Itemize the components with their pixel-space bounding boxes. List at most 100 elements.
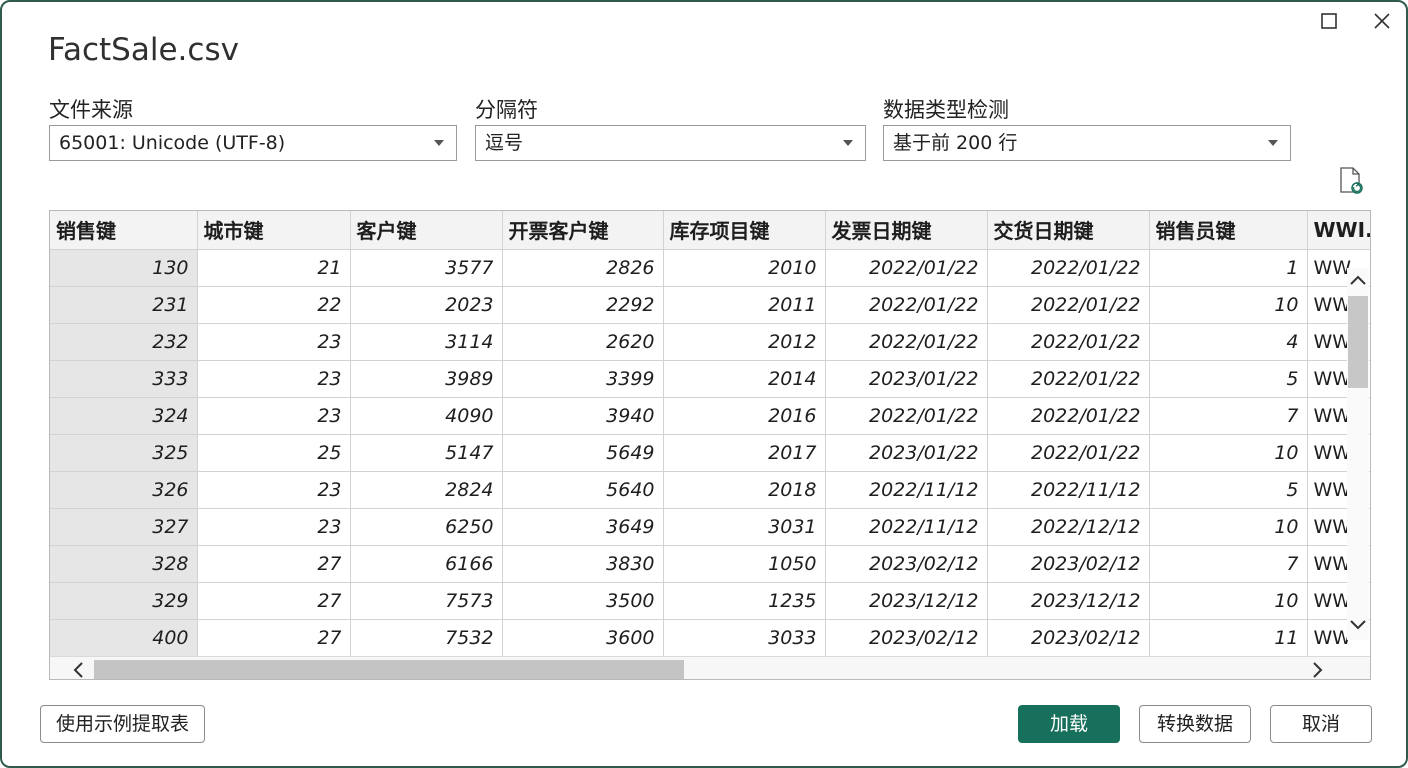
close-icon	[1374, 13, 1390, 29]
close-button[interactable]	[1371, 10, 1393, 32]
table-cell: 2022/01/22	[825, 249, 988, 287]
table-header-row: 销售键城市键客户键开票客户键库存项目键发票日期键交货日期键销售员键WWI...	[50, 211, 1370, 250]
scroll-down-icon[interactable]	[1349, 617, 1367, 633]
table-cell: 2022/01/22	[987, 286, 1150, 324]
scroll-right-icon[interactable]	[1310, 661, 1326, 679]
table-cell: 2023/01/22	[825, 434, 988, 472]
table-cell: 2023/12/12	[825, 582, 988, 620]
maximize-button[interactable]	[1318, 10, 1340, 32]
column-header[interactable]: 库存项目键	[663, 211, 826, 250]
table-cell: 2018	[663, 471, 826, 509]
table-cell: 1050	[663, 545, 826, 583]
table-cell: 10	[1149, 582, 1308, 620]
table-cell: 27	[197, 619, 351, 657]
table-cell: 2022/12/12	[987, 508, 1150, 546]
column-header[interactable]: 销售员键	[1149, 211, 1308, 250]
table-cell: 7532	[350, 619, 503, 657]
table-row: 232 23 3114 2620 2012 2022/01/22 2022/01/22 4 WW	[50, 323, 1370, 361]
scroll-left-icon[interactable]	[70, 661, 86, 679]
vertical-scroll-thumb[interactable]	[1348, 296, 1368, 388]
table-cell: 5640	[502, 471, 664, 509]
table-cell: 2023/02/12	[987, 545, 1150, 583]
transform-data-button[interactable]: 转换数据	[1139, 705, 1251, 743]
table-cell: 2017	[663, 434, 826, 472]
table-cell: 3649	[502, 508, 664, 546]
table-cell: 4090	[350, 397, 503, 435]
table-cell: 5	[1149, 471, 1308, 509]
table-cell: 324	[50, 397, 198, 435]
table-row: 328 27 6166 3830 1050 2023/02/12 2023/02/12 7 WW	[50, 545, 1370, 583]
table-cell: 2023/02/12	[987, 619, 1150, 657]
table-cell: 2292	[502, 286, 664, 324]
table-cell: 7573	[350, 582, 503, 620]
table-cell: 6166	[350, 545, 503, 583]
chevron-down-icon	[1268, 140, 1278, 146]
table-cell: 1	[1149, 249, 1308, 287]
table-cell: 2022/01/22	[987, 323, 1150, 361]
preview-grid: 销售键城市键客户键开票客户键库存项目键发票日期键交货日期键销售员键WWI... …	[49, 210, 1371, 680]
table-cell: 3399	[502, 360, 664, 398]
dialog-title: FactSale.csv	[48, 32, 239, 68]
extract-table-using-examples-button[interactable]: 使用示例提取表	[40, 705, 205, 743]
table-cell: 2022/01/22	[825, 323, 988, 361]
column-header[interactable]: 交货日期键	[987, 211, 1150, 250]
table-cell: 2022/01/22	[987, 249, 1150, 287]
table-cell: 23	[197, 508, 351, 546]
table-cell: 3600	[502, 619, 664, 657]
column-header[interactable]: 销售键	[50, 211, 198, 250]
file-origin-value: 65001: Unicode (UTF-8)	[59, 132, 286, 154]
type-detection-label: 数据类型检测	[883, 98, 1009, 122]
table-cell: 326	[50, 471, 198, 509]
table-cell: 130	[50, 249, 198, 287]
table-cell: 328	[50, 545, 198, 583]
table-cell: 3114	[350, 323, 503, 361]
table-cell: 2016	[663, 397, 826, 435]
table-row: 231 22 2023 2292 2011 2022/01/22 2022/01/22 10 W…	[50, 286, 1370, 324]
load-button[interactable]: 加载	[1018, 705, 1120, 743]
scroll-up-icon[interactable]	[1349, 272, 1367, 288]
table-cell: 10	[1149, 434, 1308, 472]
table-cell: 23	[197, 471, 351, 509]
table-cell: 2022/11/12	[987, 471, 1150, 509]
cancel-button[interactable]: 取消	[1270, 705, 1372, 743]
table-cell: 3500	[502, 582, 664, 620]
table-cell: 2010	[663, 249, 826, 287]
table-cell: 2022/01/22	[987, 397, 1150, 435]
column-header[interactable]: 开票客户键	[502, 211, 664, 250]
vertical-scrollbar[interactable]	[1347, 268, 1369, 640]
table-row: 130 21 3577 2826 2010 2022/01/22 2022/01/22 1 WW	[50, 249, 1370, 287]
table-cell: 3989	[350, 360, 503, 398]
column-header[interactable]: 发票日期键	[825, 211, 988, 250]
table-cell: 2022/11/12	[825, 471, 988, 509]
table-cell: 22	[197, 286, 351, 324]
table-row: 326 23 2824 5640 2018 2022/11/12 2022/11/12 5 WW	[50, 471, 1370, 509]
table-cell: 325	[50, 434, 198, 472]
delimiter-select[interactable]: 逗号	[475, 125, 866, 161]
delimiter-label: 分隔符	[475, 98, 538, 122]
table-cell: 23	[197, 360, 351, 398]
horizontal-scroll-thumb[interactable]	[94, 660, 684, 679]
table-cell: 11	[1149, 619, 1308, 657]
table-cell: 2824	[350, 471, 503, 509]
horizontal-scrollbar[interactable]	[50, 656, 1370, 679]
column-header[interactable]: 客户键	[350, 211, 503, 250]
dialog-window: FactSale.csv 文件来源 65001: Unicode (UTF-8)…	[0, 0, 1408, 768]
table-row: 324 23 4090 3940 2016 2022/01/22 2022/01/22 7 WW	[50, 397, 1370, 435]
table-row: 400 27 7532 3600 3033 2023/02/12 2023/02/12 11 W…	[50, 619, 1370, 657]
type-detection-select[interactable]: 基于前 200 行	[883, 125, 1291, 161]
column-header[interactable]: 城市键	[197, 211, 351, 250]
refresh-document-icon[interactable]	[1338, 167, 1364, 195]
table-cell: 3031	[663, 508, 826, 546]
file-origin-select[interactable]: 65001: Unicode (UTF-8)	[49, 125, 457, 161]
table-cell: 23	[197, 323, 351, 361]
table-cell: 2022/01/22	[825, 286, 988, 324]
table-cell: 2023/12/12	[987, 582, 1150, 620]
table-cell: 3577	[350, 249, 503, 287]
table-cell: 2022/01/22	[987, 434, 1150, 472]
data-table: 销售键城市键客户键开票客户键库存项目键发票日期键交货日期键销售员键WWI... …	[50, 211, 1370, 657]
table-cell: 2023/01/22	[825, 360, 988, 398]
table-cell: 3940	[502, 397, 664, 435]
column-header[interactable]: WWI...	[1307, 211, 1370, 250]
table-cell: 2014	[663, 360, 826, 398]
table-cell: 7	[1149, 397, 1308, 435]
